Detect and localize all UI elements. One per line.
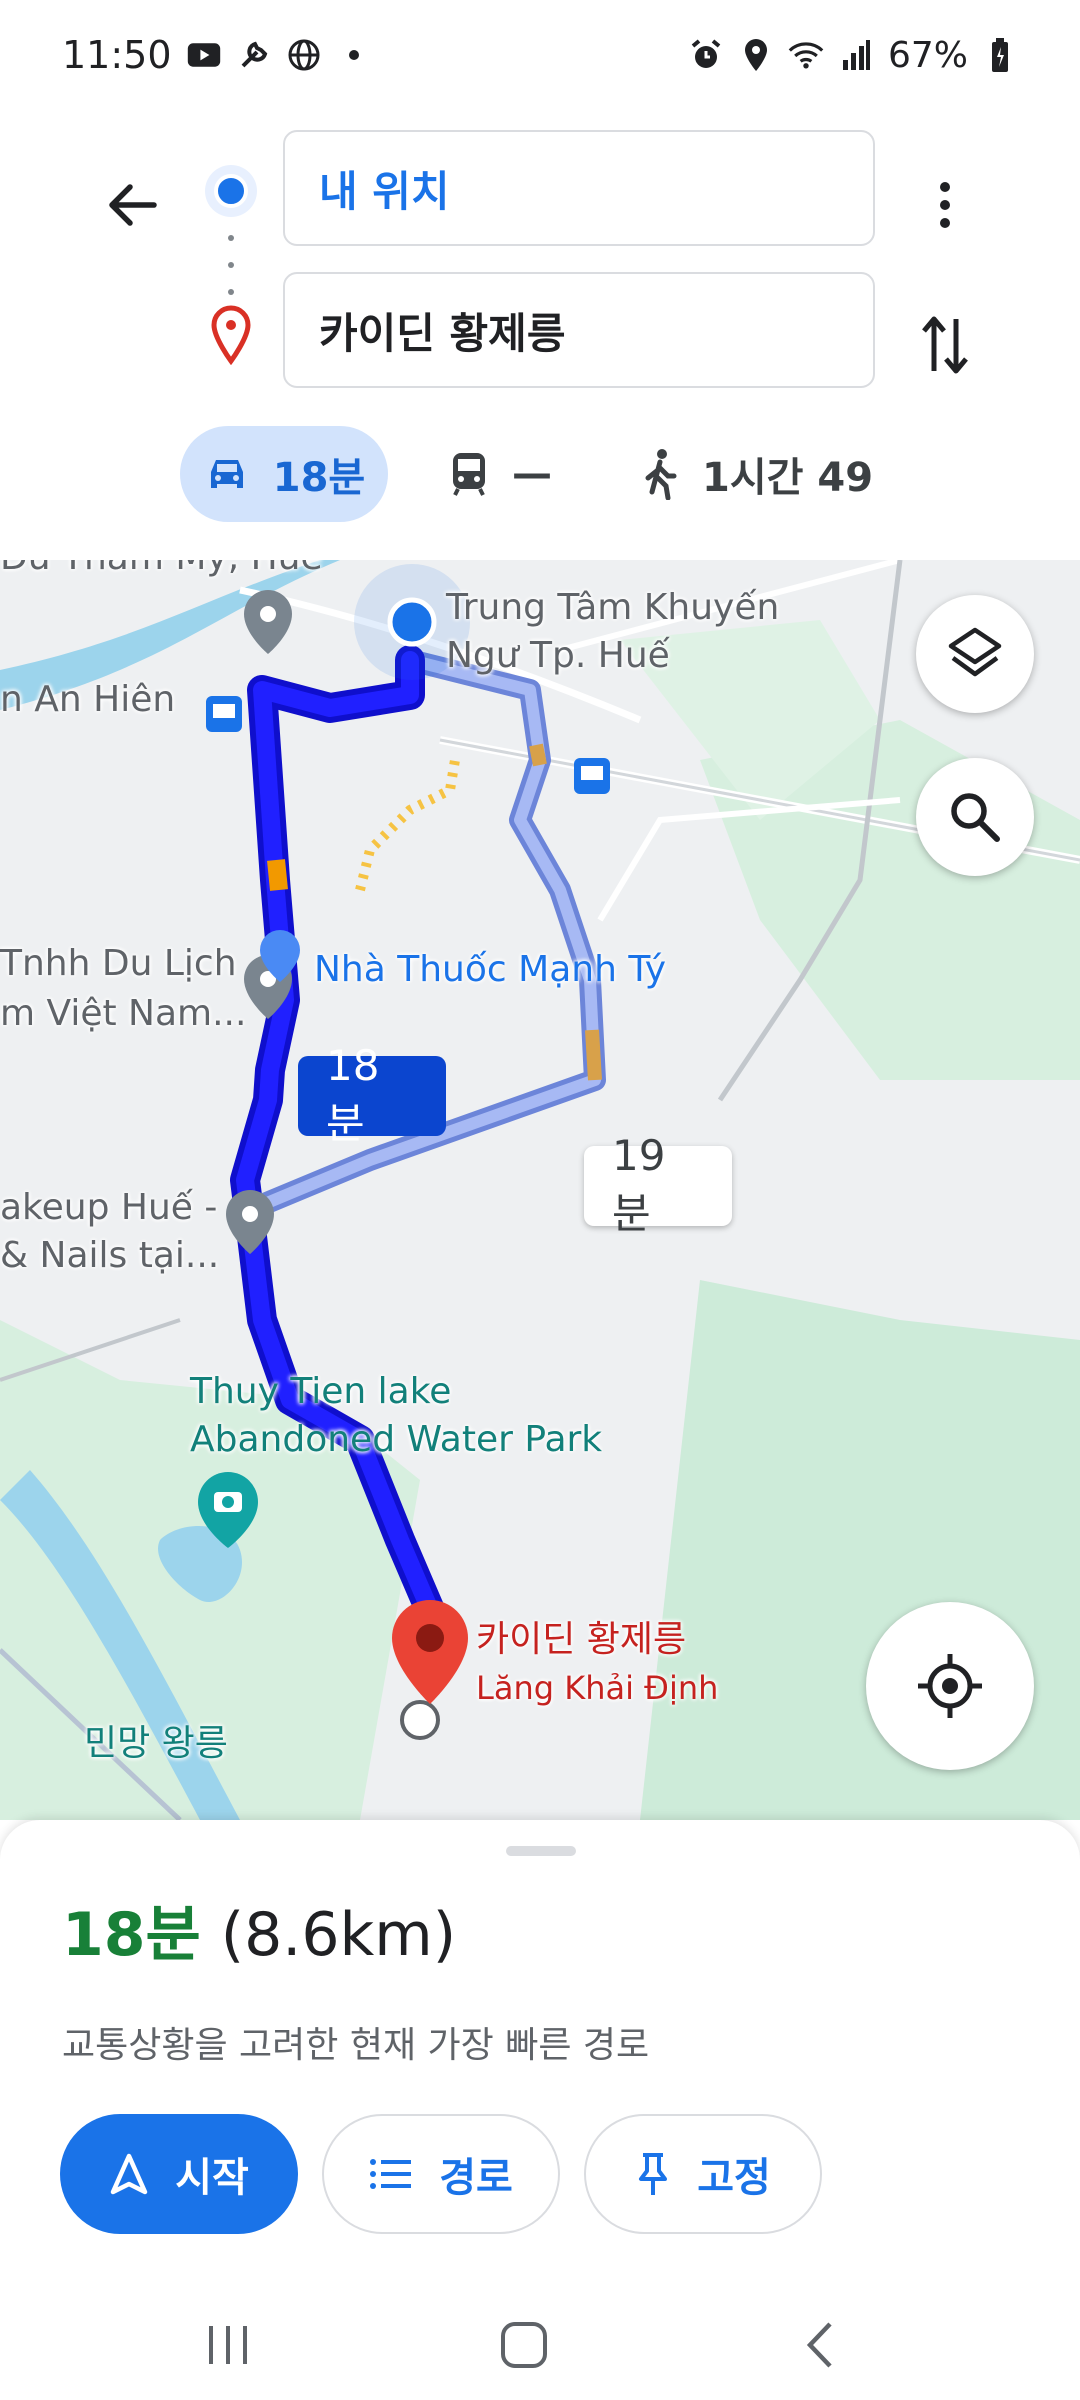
sheet-drag-handle[interactable]	[506, 1846, 576, 1856]
swap-button[interactable]	[905, 295, 985, 395]
start-button-label: 시작	[175, 2155, 249, 2201]
home-icon	[501, 2322, 547, 2368]
more-options-button[interactable]	[905, 155, 985, 255]
map-label-destination[interactable]: 카이딘 황제릉	[476, 1616, 686, 1664]
my-location-button[interactable]	[866, 1602, 1034, 1770]
globe-icon	[286, 37, 322, 73]
signal-icon	[838, 37, 874, 73]
route-time-primary-label: 18분	[326, 1041, 380, 1148]
map-label-lake-1[interactable]: Thuy Tien lake	[190, 1368, 451, 1416]
home-button[interactable]	[464, 2305, 584, 2385]
walk-icon	[645, 449, 677, 500]
map-search-button[interactable]	[916, 758, 1034, 876]
pin-button-label: 고정	[697, 2155, 771, 2201]
car-icon	[210, 460, 243, 488]
wifi-icon	[788, 37, 824, 73]
map-label-makeup-2: & Nails tại...	[0, 1235, 220, 1276]
mode-car-time: 18분	[272, 455, 366, 501]
map-label-tnhh-1: Tnhh Du Lịch	[0, 943, 237, 984]
arrow-left-icon	[109, 184, 157, 226]
status-left: 11:50	[62, 33, 372, 77]
route-summary: 18분 (8.6km)	[62, 1886, 456, 1973]
travel-mode-tabs: 18분 — 1시간 49	[0, 426, 1080, 526]
map-label-trung-tam-1: Trung Tâm Khuyến	[446, 587, 780, 628]
destination-text: 카이딘 황제릉	[319, 308, 566, 358]
chevron-left-icon	[806, 2322, 832, 2368]
back-button[interactable]	[92, 155, 172, 255]
route-time-alternate-label: 19분	[612, 1131, 666, 1238]
pin-button[interactable]: 고정	[584, 2114, 822, 2234]
map-view[interactable]: Du Thẩm Mỹ, Huế n An Hiên Trung Tâm Khuy…	[0, 560, 1080, 1820]
pin-icon	[639, 2153, 668, 2195]
map-label-pharmacy[interactable]: Nhà Thuốc Mạnh Tý	[314, 946, 666, 994]
route-duration: 18분	[62, 1900, 201, 1970]
layers-icon	[948, 627, 1002, 677]
back-nav-button[interactable]	[760, 2305, 880, 2385]
destination-field[interactable]: 카이딘 황제릉	[283, 272, 875, 388]
mode-tab-transit[interactable]: —	[448, 426, 552, 522]
recents-button[interactable]	[168, 2305, 288, 2385]
origin-dot-icon	[205, 165, 257, 217]
tool-icon	[236, 37, 272, 73]
mode-transit-time: —	[512, 451, 552, 497]
alarm-icon	[688, 37, 724, 73]
route-time-alternate[interactable]: 19분	[584, 1131, 732, 1238]
map-label-destination-sub: Lăng Khải Định	[476, 1669, 719, 1707]
search-icon	[951, 793, 1000, 842]
more-vert-icon	[940, 182, 950, 228]
mode-tab-car[interactable]: 18분	[180, 426, 388, 522]
layers-button[interactable]	[916, 595, 1034, 713]
directions-header: 내 위치 카이딘 황제릉 18분 — 1시간 49	[0, 110, 1080, 550]
route-description: 교통상황을 고려한 현재 가장 빠른 경로	[62, 2025, 650, 2066]
status-bar: 11:50 67%	[0, 0, 1080, 110]
origin-field[interactable]: 내 위치	[283, 130, 875, 246]
battery-percent: 67%	[887, 34, 968, 76]
map-label-lake-2[interactable]: Abandoned Water Park	[190, 1416, 602, 1464]
list-icon	[370, 2159, 412, 2189]
route-connector-dots	[228, 235, 234, 295]
start-button[interactable]: 시작	[60, 2114, 298, 2234]
map-label-trung-tam-2: Ngư Tp. Huế	[446, 635, 670, 676]
destination-pin-icon	[211, 305, 251, 365]
system-nav-bar	[0, 2290, 1080, 2400]
mode-tab-walk[interactable]: 1시간 49	[640, 426, 873, 522]
route-time-primary[interactable]: 18분	[298, 1041, 446, 1148]
swap-vert-icon	[922, 316, 968, 374]
transit-icon	[453, 453, 485, 496]
recents-icon	[209, 2326, 247, 2364]
status-time: 11:50	[62, 33, 172, 77]
map-label-an-hien: n An Hiên	[0, 679, 176, 720]
dot-icon	[336, 37, 372, 73]
battery-icon	[982, 37, 1018, 73]
origin-text: 내 위치	[319, 166, 450, 216]
map-label-top: Du Thẩm Mỹ, Huế	[0, 560, 323, 582]
steps-button-label: 경로	[439, 2155, 513, 2201]
steps-button[interactable]: 경로	[322, 2114, 560, 2234]
status-right: 67%	[688, 35, 1018, 76]
map-label-minh-mang: 민망 왕릉	[84, 1723, 228, 1764]
location-icon	[738, 37, 774, 73]
map-label-makeup-1: akeup Huế -	[0, 1187, 218, 1228]
youtube-icon	[186, 37, 222, 73]
route-distance: (8.6km)	[220, 1900, 457, 1970]
map-label-tnhh-2: m Việt Nam...	[0, 993, 247, 1034]
route-bottom-sheet: 18분 (8.6km) 교통상황을 고려한 현재 가장 빠른 경로 시작 경로 …	[0, 1820, 1080, 2290]
navigation-arrow-icon	[110, 2153, 148, 2195]
crosshair-icon	[918, 1654, 982, 1718]
mode-walk-time: 1시간 49	[702, 455, 874, 501]
